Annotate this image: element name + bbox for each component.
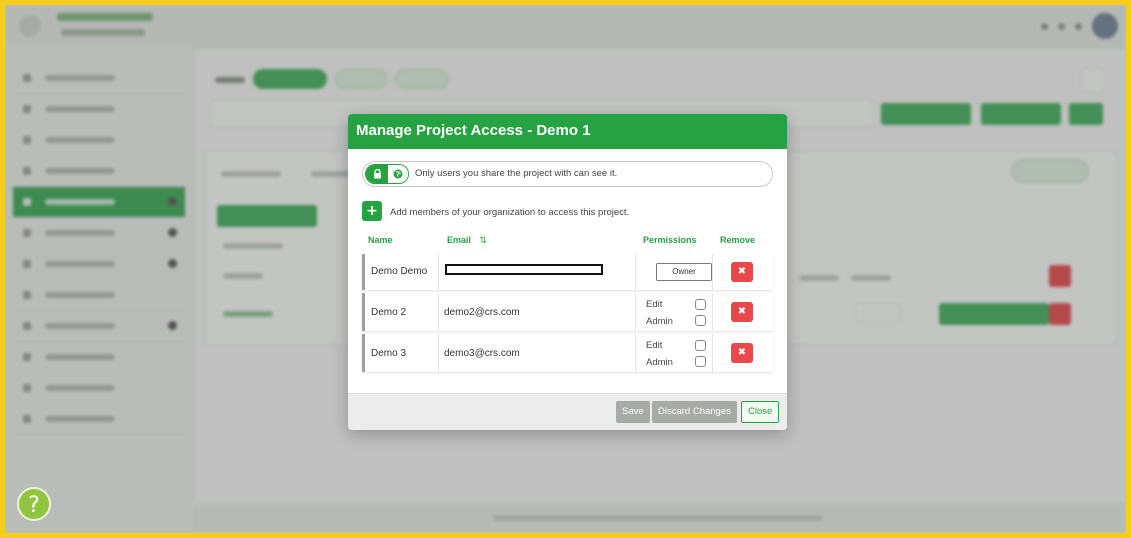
column-header-email-label: Email: [447, 235, 472, 245]
permission-edit-label: Edit: [646, 340, 663, 351]
member-email: demo2@crs.com: [444, 307, 520, 318]
column-header-remove: Remove: [720, 235, 756, 245]
table-row: Demo Demo Owner ✖: [362, 254, 773, 290]
remove-member-button[interactable]: ✖: [731, 302, 753, 322]
save-button[interactable]: Save: [616, 401, 650, 423]
modal-header: Manage Project Access - Demo 1: [348, 114, 787, 149]
column-header-permissions: Permissions: [643, 235, 697, 245]
visibility-setting: Only users you share the project with ca…: [362, 161, 773, 187]
add-members-description: Add members of your organization to acce…: [390, 207, 630, 218]
members-table: Name Email ⇅ Permissions Remove Demo Dem…: [362, 230, 773, 375]
remove-member-button[interactable]: ✖: [731, 343, 753, 363]
manage-project-access-modal: Manage Project Access - Demo 1 Only user…: [348, 114, 787, 430]
modal-footer: Save Discard Changes Close: [348, 393, 787, 430]
globe-icon[interactable]: [388, 165, 408, 183]
member-name: Demo 2: [371, 307, 407, 318]
visibility-description: Only users you share the project with ca…: [415, 168, 618, 179]
modal-title: Manage Project Access - Demo 1: [356, 122, 591, 139]
permission-edit-checkbox[interactable]: [695, 340, 706, 351]
redacted-email: [445, 264, 603, 275]
add-member-button[interactable]: +: [362, 201, 382, 221]
permission-edit-label: Edit: [646, 299, 663, 310]
close-button[interactable]: Close: [741, 401, 780, 423]
permission-admin-label: Admin: [646, 357, 673, 368]
visibility-toggle[interactable]: [365, 164, 409, 184]
app-frame: ? Manage Project Access - Demo 1 Only us…: [5, 5, 1126, 533]
close-icon: ✖: [737, 347, 747, 358]
column-header-name: Name: [368, 235, 393, 245]
permission-admin-checkbox[interactable]: [695, 356, 706, 367]
close-icon: ✖: [737, 306, 747, 317]
column-header-email[interactable]: Email ⇅: [447, 235, 487, 246]
permission-admin-label: Admin: [646, 316, 673, 327]
member-email: demo3@crs.com: [444, 348, 520, 359]
sort-icon[interactable]: ⇅: [480, 235, 488, 246]
plus-icon: +: [366, 203, 378, 219]
help-button[interactable]: ?: [17, 487, 51, 521]
table-row: Demo 2 demo2@crs.com Edit Admin ✖: [362, 293, 773, 331]
lock-icon[interactable]: [366, 165, 388, 183]
owner-role-button[interactable]: Owner: [656, 263, 712, 281]
table-row: Demo 3 demo3@crs.com Edit Admin ✖: [362, 334, 773, 372]
member-name: Demo Demo: [371, 266, 428, 277]
remove-member-button[interactable]: ✖: [731, 262, 753, 282]
permission-edit-checkbox[interactable]: [695, 299, 706, 310]
member-name: Demo 3: [371, 348, 407, 359]
close-icon: ✖: [737, 266, 747, 277]
permission-admin-checkbox[interactable]: [695, 315, 706, 326]
table-header: Name Email ⇅ Permissions Remove: [362, 230, 773, 252]
discard-changes-button[interactable]: Discard Changes: [652, 401, 737, 423]
